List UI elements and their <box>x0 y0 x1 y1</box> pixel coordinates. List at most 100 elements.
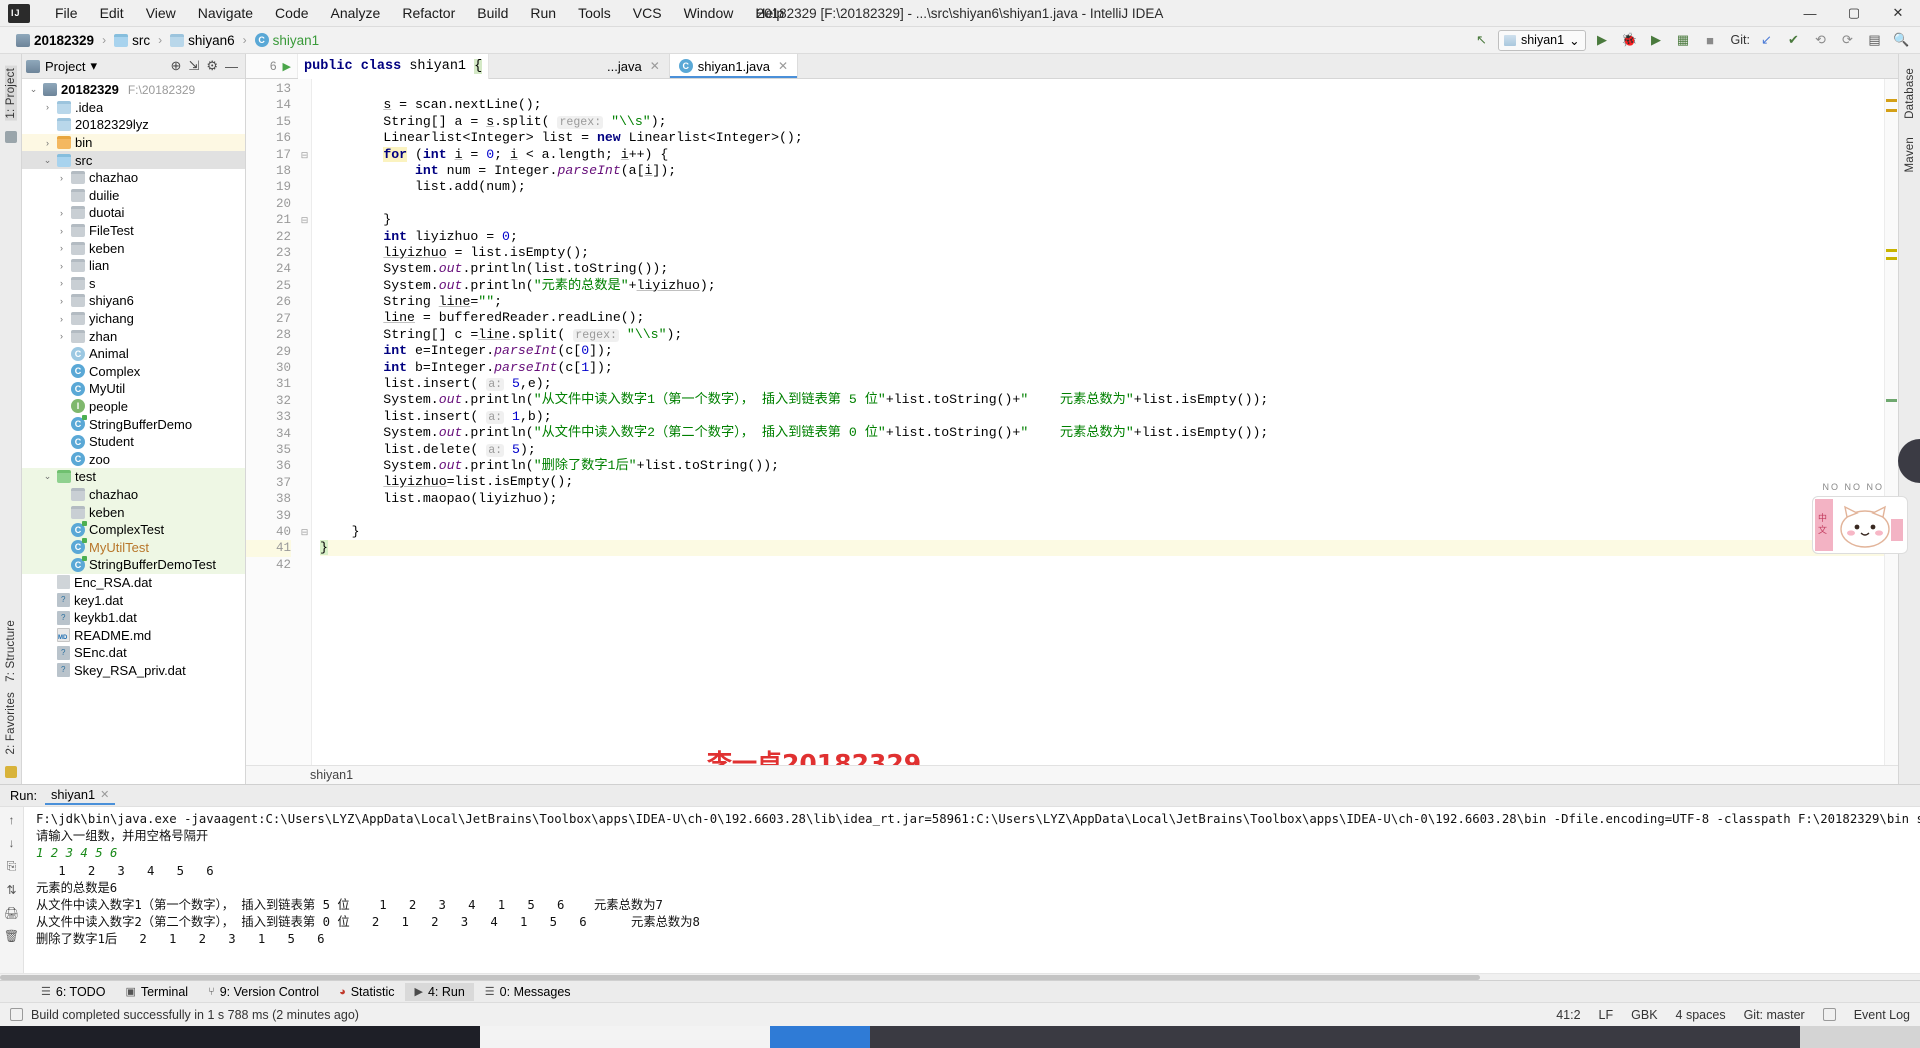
menu-window[interactable]: Window <box>673 2 745 24</box>
editor-tab-shiyan1[interactable]: C shiyan1.java ✕ <box>669 54 799 78</box>
tree-node-readme-md[interactable]: README.md <box>22 626 245 644</box>
menu-edit[interactable]: Edit <box>89 2 135 24</box>
tree-node-zhan[interactable]: › zhan <box>22 327 245 345</box>
tree-expand-arrow-icon[interactable]: › <box>56 173 67 183</box>
scroll-up-icon[interactable]: ↑ <box>9 813 15 827</box>
tree-node-lian[interactable]: › lian <box>22 257 245 275</box>
menu-refactor[interactable]: Refactor <box>391 2 466 24</box>
git-commit-icon[interactable]: ✔ <box>1783 30 1804 51</box>
tree-node-skey-rsa-priv-dat[interactable]: Skey_RSA_priv.dat <box>22 662 245 680</box>
tree-expand-arrow-icon[interactable]: › <box>56 314 67 324</box>
tree-node-complextest[interactable]: C ComplexTest <box>22 520 245 539</box>
menu-view[interactable]: View <box>135 2 187 24</box>
menu-build[interactable]: Build <box>466 2 519 24</box>
fold-toggle-icon[interactable]: ⊟ <box>298 147 311 163</box>
breadcrumb-item-class[interactable]: C shiyan1 <box>251 32 324 49</box>
editor-tab-other[interactable]: ...java ✕ <box>598 54 670 78</box>
layout-icon[interactable]: ▤ <box>1864 30 1885 51</box>
taskbar-window-1[interactable] <box>480 1026 770 1048</box>
tree-node-zoo[interactable]: Czoo <box>22 450 245 468</box>
editor-marker-strip[interactable] <box>1884 79 1898 765</box>
close-icon[interactable]: ✕ <box>778 59 788 73</box>
tree-expand-arrow-icon[interactable]: › <box>42 102 53 112</box>
sidebar-item-database[interactable]: Database <box>1904 66 1916 121</box>
sidebar-item-maven[interactable]: Maven <box>1904 135 1916 175</box>
maximize-button[interactable]: ▢ <box>1832 0 1876 27</box>
menu-file[interactable]: File <box>44 2 89 24</box>
breadcrumb-item-src[interactable]: src <box>110 32 154 49</box>
tree-node-yichang[interactable]: › yichang <box>22 310 245 328</box>
tree-expand-arrow-icon[interactable]: › <box>56 296 67 306</box>
tree-node-src[interactable]: ⌄ src <box>22 151 245 169</box>
tree-node-bin[interactable]: › bin <box>22 133 245 152</box>
indent-setting[interactable]: 4 spaces <box>1676 1008 1726 1022</box>
menu-navigate[interactable]: Navigate <box>187 2 264 24</box>
tree-node-myutil[interactable]: C MyUtil <box>22 380 245 398</box>
tree-expand-arrow-icon[interactable]: ⌄ <box>28 84 39 95</box>
tool-window-button-statistic[interactable]: ◕ Statistic <box>330 983 403 1001</box>
scroll-to-end-icon[interactable]: ⇅ <box>6 883 16 897</box>
close-icon[interactable]: ✕ <box>650 59 660 73</box>
menu-bar[interactable]: File Edit View Navigate Code Analyze Ref… <box>44 2 795 24</box>
tree-expand-arrow-icon[interactable]: › <box>56 261 67 271</box>
sidebar-item-project-tab[interactable]: 1: Project <box>4 66 17 121</box>
tree-expand-arrow-icon[interactable]: ⌄ <box>42 155 53 166</box>
tree-node-people[interactable]: Ipeople <box>22 398 245 416</box>
fold-gutter[interactable]: ⊟ ⊟ ⊟ <box>298 79 312 765</box>
tree-expand-arrow-icon[interactable]: › <box>56 226 67 236</box>
tool-window-button-terminal[interactable]: ▣ Terminal <box>116 983 197 1001</box>
tree-node-chazhao[interactable]: › chazhao <box>22 169 245 187</box>
lock-icon[interactable] <box>1822 1008 1836 1021</box>
tool-window-button-4-run[interactable]: ▶ 4: Run <box>405 982 474 1001</box>
tree-node-keben[interactable]: › keben <box>22 239 245 257</box>
tree-node-s[interactable]: › s <box>22 275 245 293</box>
tree-node-complex[interactable]: C Complex <box>22 363 245 381</box>
tree-node-stringbufferdemo[interactable]: C StringBufferDemo <box>22 415 245 433</box>
tree-node-duotai[interactable]: › duotai <box>22 204 245 222</box>
tree-node-shiyan6[interactable]: › shiyan6 <box>22 292 245 310</box>
code-editor[interactable]: 13 14 15 16 17 18 19 20 21 22 23 24 25 26 27 28 29 30 31 32… <box>246 79 1898 765</box>
tree-expand-arrow-icon[interactable]: › <box>56 208 67 218</box>
tree-expand-arrow-icon[interactable]: › <box>56 243 67 253</box>
tree-expand-arrow-icon[interactable]: › <box>56 278 67 288</box>
debug-button[interactable]: 🐞 <box>1619 30 1640 51</box>
tree-node-myutiltest[interactable]: C MyUtilTest <box>22 538 245 557</box>
tree-node-senc-dat[interactable]: SEnc.dat <box>22 644 245 662</box>
clear-all-icon[interactable]: 🗑 <box>4 929 19 943</box>
tool-window-button-6-todo[interactable]: ☰ 6: TODO <box>32 983 114 1001</box>
caret-position[interactable]: 41:2 <box>1556 1008 1580 1022</box>
git-branch[interactable]: Git: master <box>1744 1008 1805 1022</box>
project-panel-title-group[interactable]: Project ▾ <box>26 58 97 74</box>
tree-node-enc-rsa-dat[interactable]: Enc_RSA.dat <box>22 574 245 592</box>
tree-node-keben[interactable]: keben <box>22 503 245 521</box>
coverage-button[interactable]: ▶ <box>1646 30 1667 51</box>
tree-node-20182329[interactable]: ⌄ 20182329 F:\20182329 <box>22 81 245 99</box>
search-icon[interactable]: 🔍 <box>1891 30 1912 51</box>
minimize-icon[interactable]: — <box>225 59 238 74</box>
tree-node-chazhao[interactable]: chazhao <box>22 485 245 504</box>
taskbar-tray[interactable] <box>1800 1026 1920 1048</box>
console-output[interactable]: F:\jdk\bin\java.exe -javaagent:C:\Users\… <box>24 807 1920 973</box>
profile-button[interactable]: ▦ <box>1673 30 1694 51</box>
tree-node-duilie[interactable]: duilie <box>22 187 245 205</box>
tree-node-test[interactable]: ⌄ test <box>22 468 245 486</box>
scroll-down-icon[interactable]: ↓ <box>9 836 15 850</box>
menu-code[interactable]: Code <box>264 2 319 24</box>
tree-expand-arrow-icon[interactable]: ⌄ <box>42 471 53 482</box>
close-button[interactable]: ✕ <box>1876 0 1920 27</box>
tree-expand-arrow-icon[interactable]: › <box>42 138 53 148</box>
target-icon[interactable]: ⊕ <box>171 58 182 74</box>
tree-node-stringbufferdemotest[interactable]: C StringBufferDemoTest <box>22 555 245 574</box>
menu-analyze[interactable]: Analyze <box>320 2 392 24</box>
tree-node--idea[interactable]: › .idea <box>22 99 245 117</box>
close-icon[interactable]: ✕ <box>100 788 109 801</box>
run-button[interactable]: ▶ <box>1592 30 1613 51</box>
git-update-icon[interactable]: ↙ <box>1756 30 1777 51</box>
menu-help[interactable]: Help <box>744 2 795 24</box>
breadcrumb-item-project[interactable]: 20182329 <box>12 32 98 49</box>
tool-window-button-0-messages[interactable]: ☰ 0: Messages <box>476 983 580 1001</box>
run-configuration-selector[interactable]: shiyan1 ⌄ <box>1497 29 1586 51</box>
chevron-down-icon[interactable]: ▾ <box>90 58 97 74</box>
stop-button[interactable]: ■ <box>1700 30 1721 51</box>
minimize-button[interactable]: — <box>1788 0 1832 27</box>
